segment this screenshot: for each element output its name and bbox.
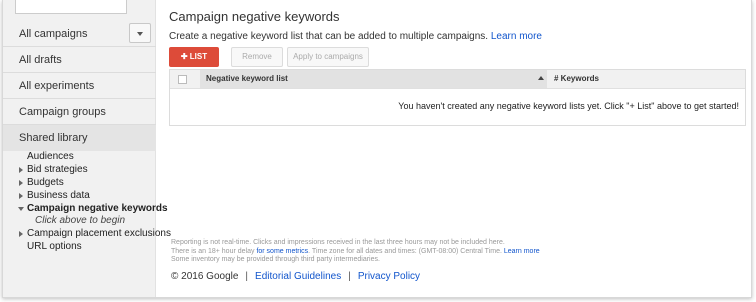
copyright-text: © 2016 Google (171, 271, 239, 282)
campaigns-dropdown-button[interactable] (129, 23, 151, 43)
sidebar-item-label: Campaign groups (19, 106, 106, 118)
tree-item-label: URL options (27, 241, 82, 252)
footnote-line-3: Some inventory may be provided through t… (171, 256, 380, 263)
description-text: Create a negative keyword list that can … (169, 31, 489, 42)
some-metrics-link[interactable]: for some metrics (256, 248, 308, 255)
sidebar-item-label: All campaigns (19, 28, 88, 40)
tree-item-business-data[interactable]: Business data (3, 189, 156, 202)
add-list-button[interactable]: ✚ LIST (169, 47, 219, 67)
shared-library-tree: Audiences Bid strategies Budgets Busines… (3, 150, 171, 253)
expand-arrow-icon[interactable] (19, 231, 23, 237)
footnote-learn-more-link[interactable]: Learn more (504, 248, 540, 255)
sidebar-item-all-experiments[interactable]: All experiments (3, 73, 156, 99)
footnote-text: There is an 18+ hour delay (171, 247, 255, 255)
apply-label: Apply to campaigns (293, 52, 363, 61)
sidebar-item-label: Shared library (19, 132, 88, 144)
sidebar-item-campaign-groups[interactable]: Campaign groups (3, 99, 156, 125)
tree-item-label: Budgets (27, 177, 64, 188)
chevron-down-icon (137, 32, 143, 36)
sidebar-item-label: All experiments (19, 80, 95, 92)
empty-state-message: You haven't created any negative keyword… (398, 101, 739, 111)
learn-more-link[interactable]: Learn more (491, 31, 542, 42)
plus-icon: ✚ (180, 52, 188, 61)
footer-separator: | (348, 271, 351, 282)
tree-item-label: Bid strategies (27, 164, 88, 175)
tree-item-campaign-placement-exclusions[interactable]: Campaign placement exclusions (3, 227, 171, 240)
page-title: Campaign negative keywords (169, 9, 340, 24)
table-header: Negative keyword list # Keywords (170, 70, 745, 89)
privacy-policy-link[interactable]: Privacy Policy (358, 271, 420, 282)
footnote-text: . Time zone for all dates and times: (GM… (308, 247, 502, 255)
sidebar: All campaigns All drafts All experiments… (3, 0, 171, 297)
sidebar-item-label: All drafts (19, 54, 62, 66)
footnote-line-1: Reporting is not real-time. Clicks and i… (171, 239, 505, 246)
column-header-list-name[interactable]: Negative keyword list (206, 74, 288, 83)
editorial-guidelines-link[interactable]: Editorial Guidelines (255, 271, 341, 282)
tree-item-bid-strategies[interactable]: Bid strategies (3, 163, 156, 176)
negative-keyword-lists-table: Negative keyword list # Keywords You hav… (169, 69, 746, 126)
remove-label: Remove (242, 52, 272, 61)
page-footer: © 2016 Google | Editorial Guidelines | Priva… (171, 271, 420, 282)
app-frame: All campaigns All drafts All experiments… (2, 0, 752, 298)
sidebar-item-shared-library[interactable]: Shared library (3, 125, 156, 151)
apply-to-campaigns-button[interactable]: Apply to campaigns (287, 47, 369, 67)
tree-item-audiences[interactable]: Audiences (3, 150, 156, 163)
remove-button[interactable]: Remove (231, 47, 283, 67)
select-all-checkbox[interactable] (178, 75, 187, 84)
main-content: Campaign negative keywords Create a nega… (169, 0, 749, 297)
tree-item-budgets[interactable]: Budgets (3, 176, 156, 189)
tree-item-label: Audiences (27, 151, 74, 162)
sort-ascending-icon[interactable] (538, 76, 544, 80)
reporting-footnote: Reporting is not real-time. Clicks and i… (171, 239, 540, 265)
tree-item-label: Business data (27, 190, 90, 201)
tree-item-url-options[interactable]: URL options (3, 240, 156, 253)
collapse-arrow-icon[interactable] (18, 207, 24, 211)
page-description: Create a negative keyword list that can … (169, 31, 542, 42)
column-header-keywords[interactable]: # Keywords (554, 74, 599, 83)
tree-item-label: Campaign placement exclusions (27, 228, 171, 239)
add-list-label: LIST (189, 52, 208, 61)
sidebar-search-box[interactable] (15, 0, 127, 14)
expand-arrow-icon[interactable] (19, 167, 23, 173)
footer-separator: | (245, 271, 249, 282)
sidebar-item-all-drafts[interactable]: All drafts (3, 47, 156, 73)
footnote-line-2: There is an 18+ hour delay for some metr… (171, 248, 540, 257)
tree-item-hint: Click above to begin (35, 215, 126, 226)
tree-item-label: Campaign negative keywords (27, 203, 168, 214)
expand-arrow-icon[interactable] (19, 180, 23, 186)
expand-arrow-icon[interactable] (19, 193, 23, 199)
tree-item-campaign-negative-keywords[interactable]: Campaign negative keywords (3, 202, 168, 215)
